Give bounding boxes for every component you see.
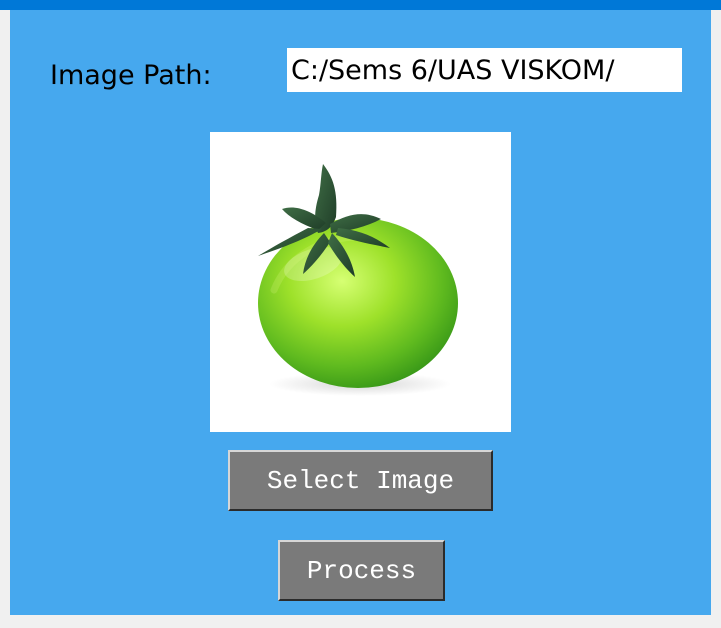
select-image-button[interactable]: Select Image (228, 450, 493, 511)
process-button[interactable]: Process (278, 540, 445, 601)
image-preview (210, 132, 511, 432)
window-left-border (0, 10, 10, 615)
image-path-label: Image Path: (50, 60, 212, 91)
main-panel: Image Path: C:/Sems 6/UAS VISKOM/ Select… (10, 10, 711, 615)
green-tomato-image (258, 164, 458, 396)
window-title-bar (0, 0, 721, 10)
image-path-input[interactable] (287, 48, 682, 92)
window-bottom-border (0, 615, 721, 628)
window-right-border (711, 10, 721, 615)
